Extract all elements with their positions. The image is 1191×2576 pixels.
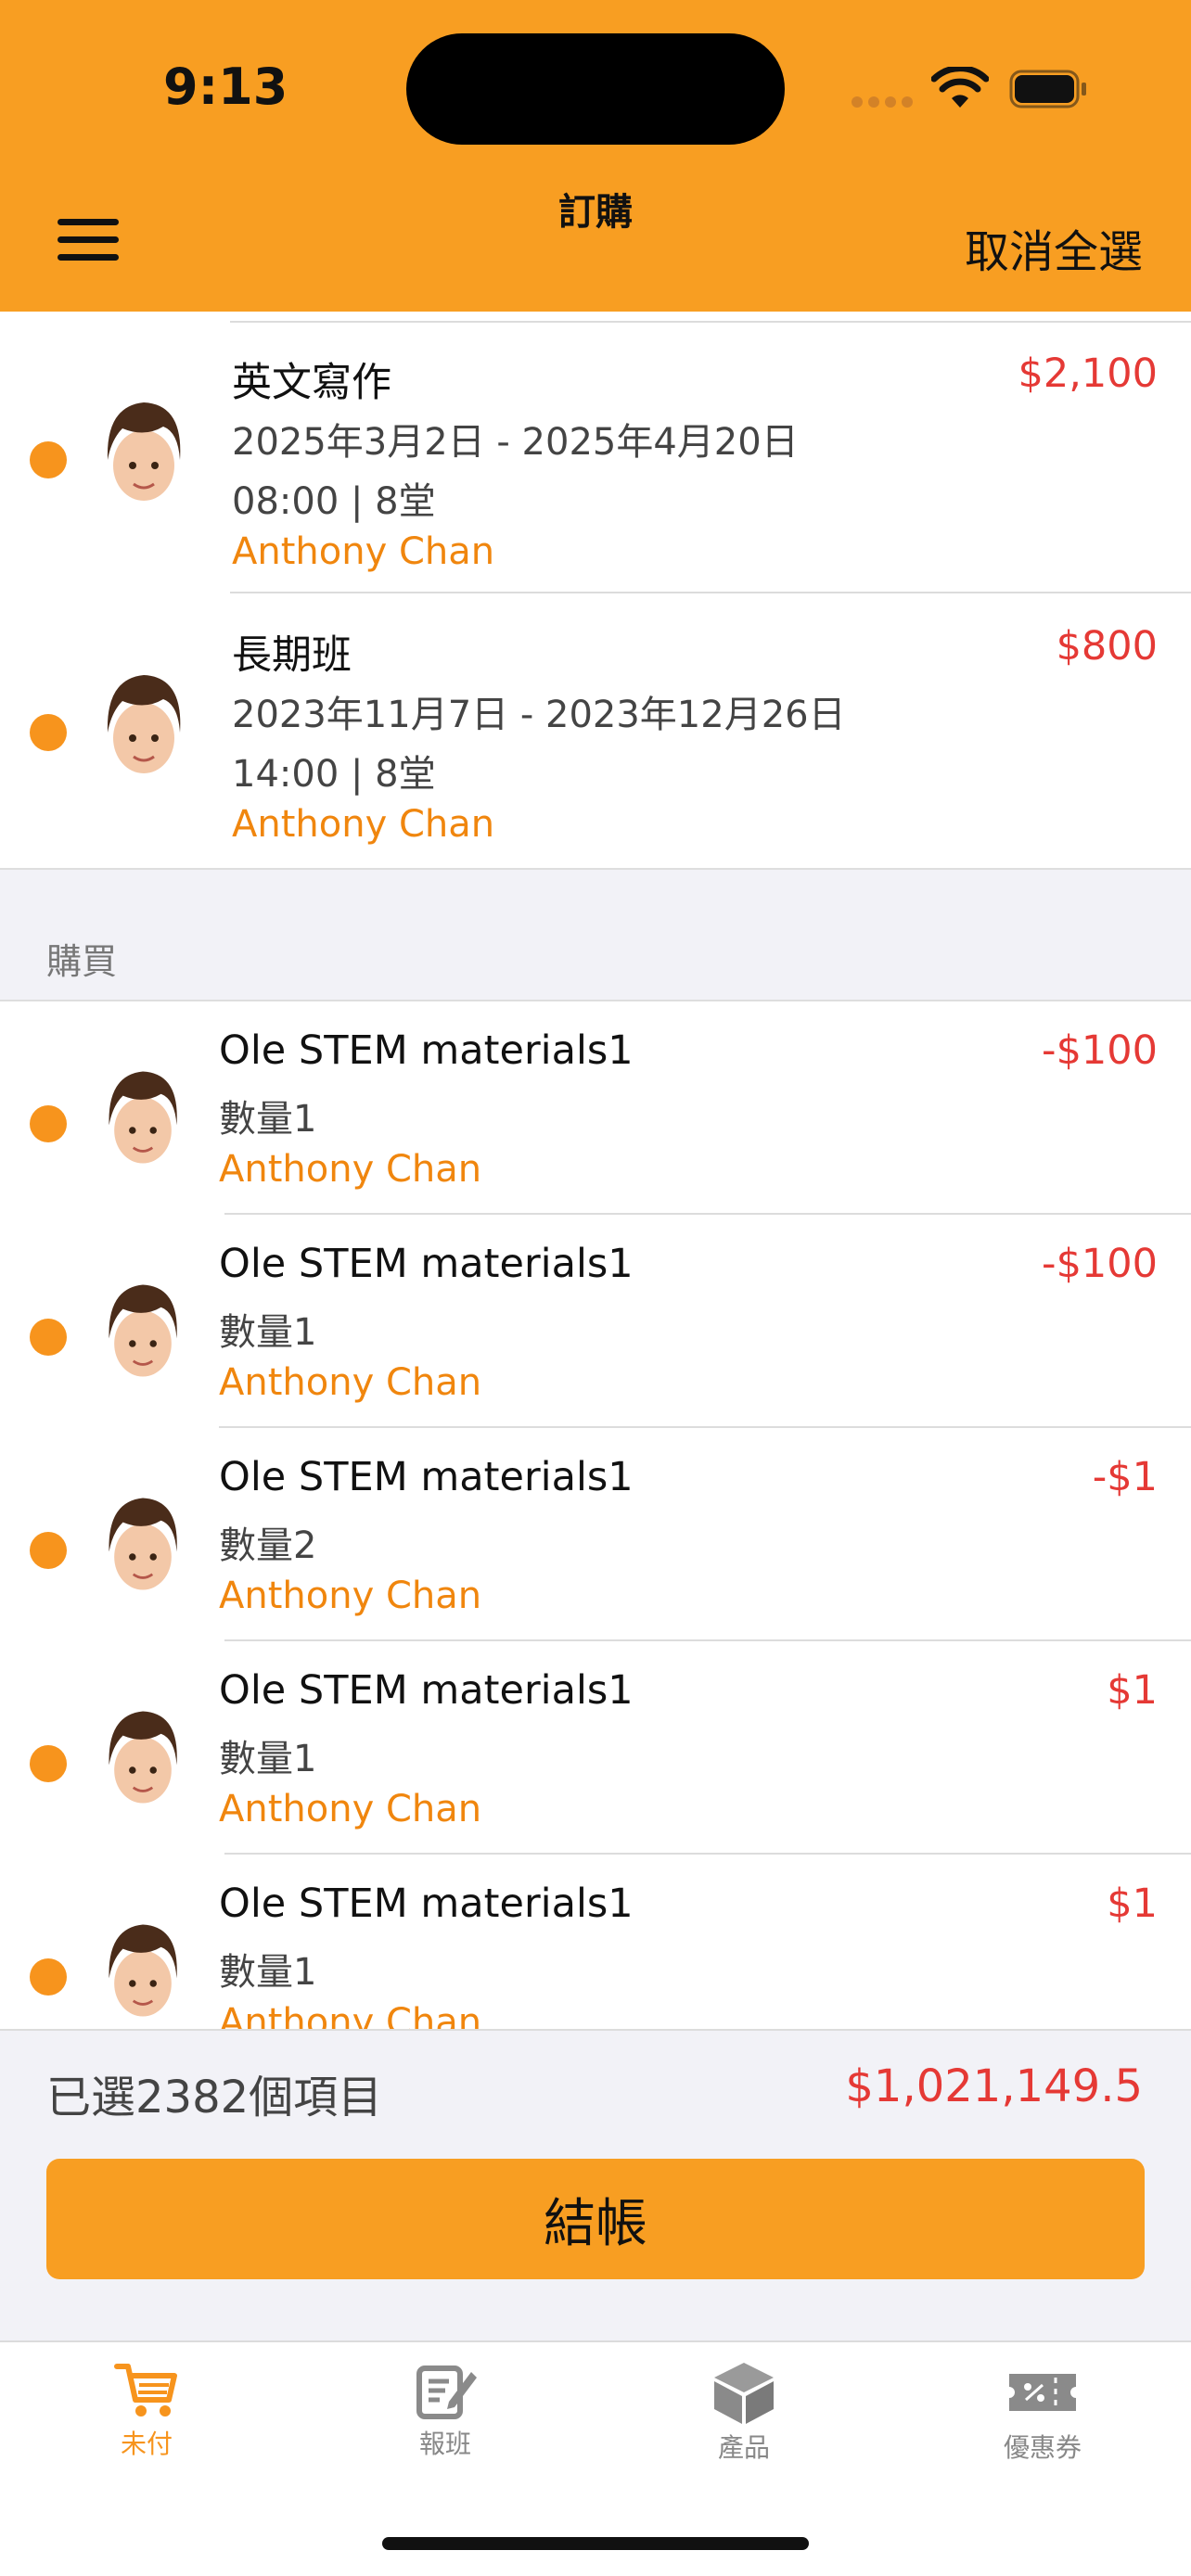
item-price: -$1	[1092, 1454, 1158, 1500]
avatar	[109, 1924, 177, 2017]
deselect-all-button[interactable]: 取消全選	[965, 215, 1143, 280]
selected-indicator[interactable]	[30, 714, 67, 751]
product-quantity: 數量1	[219, 1098, 317, 1141]
avatar	[109, 1498, 177, 1590]
tab-products[interactable]: 產品	[651, 2359, 837, 2465]
avatar	[109, 1071, 177, 1164]
course-title: 英文寫作	[232, 360, 391, 406]
purchase-item[interactable]: Ole STEM materials1 數量1 Anthony Chan $1	[0, 1855, 1191, 2029]
checkout-button[interactable]: 結帳	[46, 2159, 1145, 2279]
total-amount: $1,021,149.5	[845, 2060, 1143, 2112]
selected-indicator[interactable]	[30, 1105, 67, 1142]
signal-icon	[852, 96, 913, 108]
box-icon	[714, 2363, 774, 2424]
purchase-item[interactable]: Ole STEM materials1 數量1 Anthony Chan -$1…	[0, 1001, 1191, 1215]
cart-icon	[114, 2364, 177, 2417]
product-quantity: 數量2	[219, 1524, 317, 1567]
avatar	[109, 1711, 177, 1804]
item-price: $1	[1107, 1881, 1158, 1927]
course-title: 長期班	[232, 632, 352, 679]
course-time-info: 08:00 | 8堂	[232, 480, 436, 523]
tab-label: 優惠券	[1003, 2432, 1082, 2463]
tab-unpaid[interactable]: 未付	[54, 2359, 239, 2461]
product-name: Ole STEM materials1	[219, 1454, 634, 1500]
tab-label: 報班	[418, 2429, 471, 2459]
product-quantity: 數量1	[219, 1311, 317, 1354]
tab-enrol[interactable]: 報班	[352, 2359, 538, 2461]
edit-icon	[416, 2366, 477, 2419]
product-name: Ole STEM materials1	[219, 1667, 634, 1714]
student-name: Anthony Chan	[232, 803, 495, 846]
product-name: Ole STEM materials1	[219, 1027, 634, 1074]
checkout-summary: 已選2382個項目 $1,021,149.5 結帳	[0, 2029, 1191, 2340]
dynamic-island	[406, 33, 785, 145]
course-date-range: 2023年11月7日 - 2023年12月26日	[232, 694, 846, 736]
purchase-item[interactable]: Ole STEM materials1 數量1 Anthony Chan -$1…	[0, 1215, 1191, 1428]
course-date-range: 2025年3月2日 - 2025年4月20日	[232, 421, 799, 464]
student-name: Anthony Chan	[219, 1361, 482, 1404]
tab-label: 未付	[120, 2429, 173, 2459]
status-time: 9:13	[163, 57, 288, 116]
selected-count: 已選2382個項目	[46, 2072, 383, 2123]
purchase-section-header: 購買	[0, 868, 1191, 1001]
tab-label: 產品	[717, 2432, 770, 2463]
course-time-info: 14:00 | 8堂	[232, 753, 436, 796]
coupon-icon	[1009, 2374, 1076, 2411]
product-quantity: 數量1	[219, 1951, 317, 1994]
product-name: Ole STEM materials1	[219, 1881, 634, 1927]
item-price: $1	[1107, 1667, 1158, 1714]
product-name: Ole STEM materials1	[219, 1241, 634, 1287]
item-price: $2,100	[1018, 351, 1158, 397]
app-header: 9:13 訂購 取消全選	[0, 0, 1191, 312]
selected-indicator[interactable]	[30, 1958, 67, 1996]
section-title: 購買	[46, 941, 118, 982]
student-name: Anthony Chan	[219, 2001, 482, 2029]
purchase-item[interactable]: Ole STEM materials1 數量1 Anthony Chan $1	[0, 1641, 1191, 1855]
course-item[interactable]: 長期班 2023年11月7日 - 2023年12月26日 14:00 | 8堂 …	[0, 593, 1191, 868]
avatar	[107, 402, 181, 501]
product-quantity: 數量1	[219, 1738, 317, 1780]
menu-icon[interactable]	[58, 219, 119, 265]
selected-indicator[interactable]	[30, 1319, 67, 1356]
selected-indicator[interactable]	[30, 1532, 67, 1569]
item-price: $800	[1056, 623, 1158, 670]
student-name: Anthony Chan	[219, 1575, 482, 1617]
item-price: -$100	[1042, 1027, 1158, 1074]
order-list[interactable]: 英文寫作 2025年3月2日 - 2025年4月20日 08:00 | 8堂 A…	[0, 312, 1191, 2029]
avatar	[109, 1284, 177, 1377]
selected-indicator[interactable]	[30, 441, 67, 478]
home-indicator	[382, 2537, 809, 2550]
purchase-item[interactable]: Ole STEM materials1 數量2 Anthony Chan -$1	[0, 1428, 1191, 1641]
course-item[interactable]: 英文寫作 2025年3月2日 - 2025年4月20日 08:00 | 8堂 A…	[0, 321, 1191, 584]
student-name: Anthony Chan	[219, 1788, 482, 1830]
item-price: -$100	[1042, 1241, 1158, 1287]
student-name: Anthony Chan	[232, 530, 495, 573]
student-name: Anthony Chan	[219, 1148, 482, 1191]
battery-icon	[1009, 70, 1086, 108]
avatar	[107, 675, 181, 773]
tab-coupons[interactable]: 優惠券	[950, 2359, 1135, 2465]
selected-indicator[interactable]	[30, 1745, 67, 1782]
wifi-icon	[931, 67, 989, 108]
